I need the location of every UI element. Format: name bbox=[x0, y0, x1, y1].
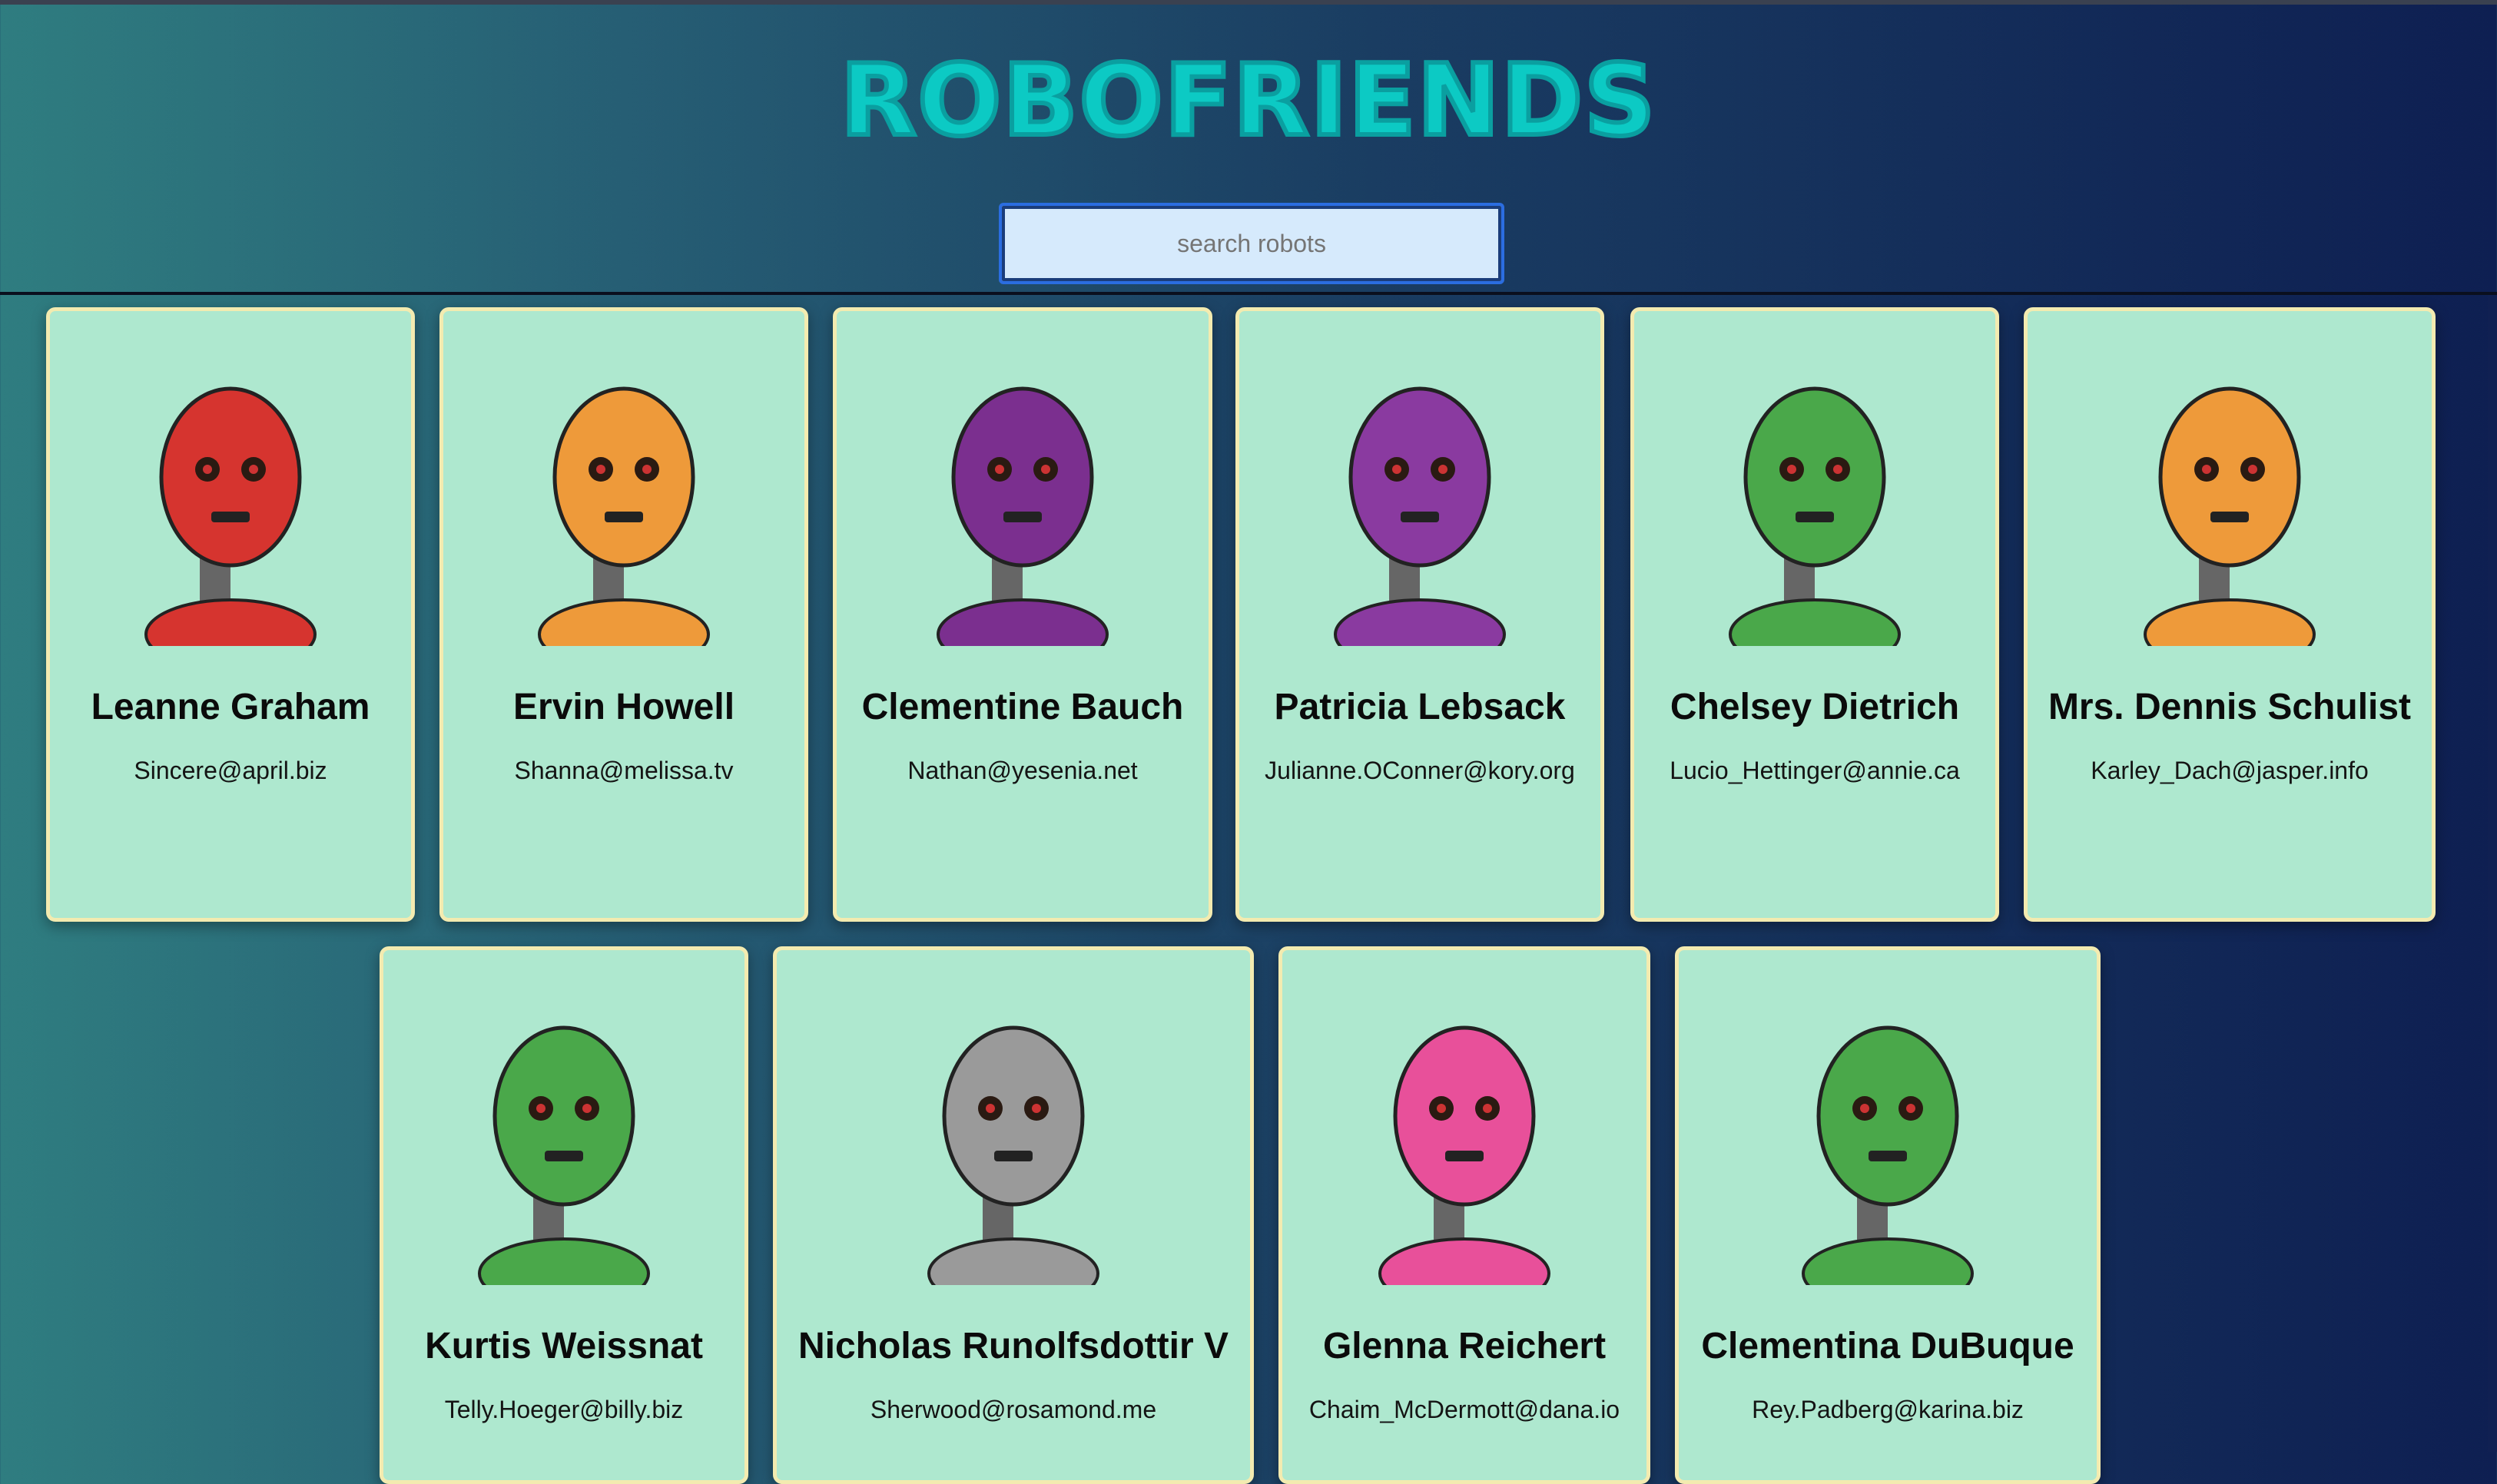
robot-avatar-image bbox=[85, 362, 376, 671]
robot-email: Chaim_McDermott@dana.io bbox=[1308, 1396, 1620, 1423]
robot-card[interactable]: Clementina DuBuque Rey.Padberg@karina.biz bbox=[1675, 946, 2101, 1484]
robot-name: Clementine Bauch bbox=[861, 687, 1184, 727]
robot-email: Lucio_Hettinger@annie.ca bbox=[1670, 757, 1960, 784]
robot-email: Nathan@yesenia.net bbox=[907, 757, 1138, 784]
scrollbar-track[interactable] bbox=[2488, 295, 2497, 1452]
robot-avatar-image bbox=[1318, 1001, 1610, 1310]
robot-avatar-image bbox=[1742, 1001, 2034, 1310]
robot-name: Chelsey Dietrich bbox=[1670, 687, 1960, 727]
robot-name: Leanne Graham bbox=[91, 687, 370, 727]
robot-email: Telly.Hoeger@billy.biz bbox=[444, 1396, 684, 1423]
robot-card[interactable]: Leanne Graham Sincere@april.biz bbox=[46, 307, 415, 922]
robot-name: Kurtis Weissnat bbox=[425, 1326, 703, 1366]
robot-name: Glenna Reichert bbox=[1322, 1326, 1607, 1366]
robot-email: Rey.Padberg@karina.biz bbox=[1752, 1396, 2024, 1423]
header: ROBOFRIENDS bbox=[0, 5, 2497, 292]
robot-name: Patricia Lebsack bbox=[1274, 687, 1566, 727]
header-divider bbox=[0, 292, 2497, 295]
robot-avatar-image bbox=[1274, 362, 1566, 671]
robot-avatar-image bbox=[2084, 362, 2376, 671]
robot-name: Nicholas Runolfsdottir V bbox=[798, 1326, 1229, 1366]
robot-email: Sherwood@rosamond.me bbox=[870, 1396, 1157, 1423]
search-input[interactable] bbox=[999, 203, 1504, 284]
robot-avatar-image bbox=[867, 1001, 1159, 1310]
robot-avatar-image bbox=[478, 362, 770, 671]
robot-card[interactable]: Nicholas Runolfsdottir V Sherwood@rosamon… bbox=[773, 946, 1254, 1484]
robot-email: Sincere@april.biz bbox=[134, 757, 327, 784]
robot-card[interactable]: Patricia Lebsack Julianne.OConner@kory.or… bbox=[1235, 307, 1604, 922]
robot-email: Karley_Dach@jasper.info bbox=[2091, 757, 2369, 784]
robot-email: Julianne.OConner@kory.org bbox=[1265, 757, 1575, 784]
robot-avatar-image bbox=[877, 362, 1169, 671]
robot-card[interactable]: Ervin Howell Shanna@melissa.tv bbox=[439, 307, 808, 922]
robot-name: Mrs. Dennis Schulist bbox=[2048, 687, 2412, 727]
robot-card[interactable]: Kurtis Weissnat Telly.Hoeger@billy.biz bbox=[380, 946, 748, 1484]
robot-name: Clementina DuBuque bbox=[1701, 1326, 2074, 1366]
robot-avatar-image bbox=[1669, 362, 1961, 671]
robot-card[interactable]: Glenna Reichert Chaim_McDermott@dana.io bbox=[1278, 946, 1650, 1484]
app-title: ROBOFRIENDS bbox=[838, 44, 1657, 158]
robot-avatar-image bbox=[418, 1001, 710, 1310]
robot-card[interactable]: Mrs. Dennis Schulist Karley_Dach@jasper.i… bbox=[2024, 307, 2436, 922]
robot-email: Shanna@melissa.tv bbox=[514, 757, 734, 784]
robot-card[interactable]: Clementine Bauch Nathan@yesenia.net bbox=[833, 307, 1212, 922]
robot-card[interactable]: Chelsey Dietrich Lucio_Hettinger@annie.ca bbox=[1630, 307, 1999, 922]
robot-name: Ervin Howell bbox=[512, 687, 735, 727]
